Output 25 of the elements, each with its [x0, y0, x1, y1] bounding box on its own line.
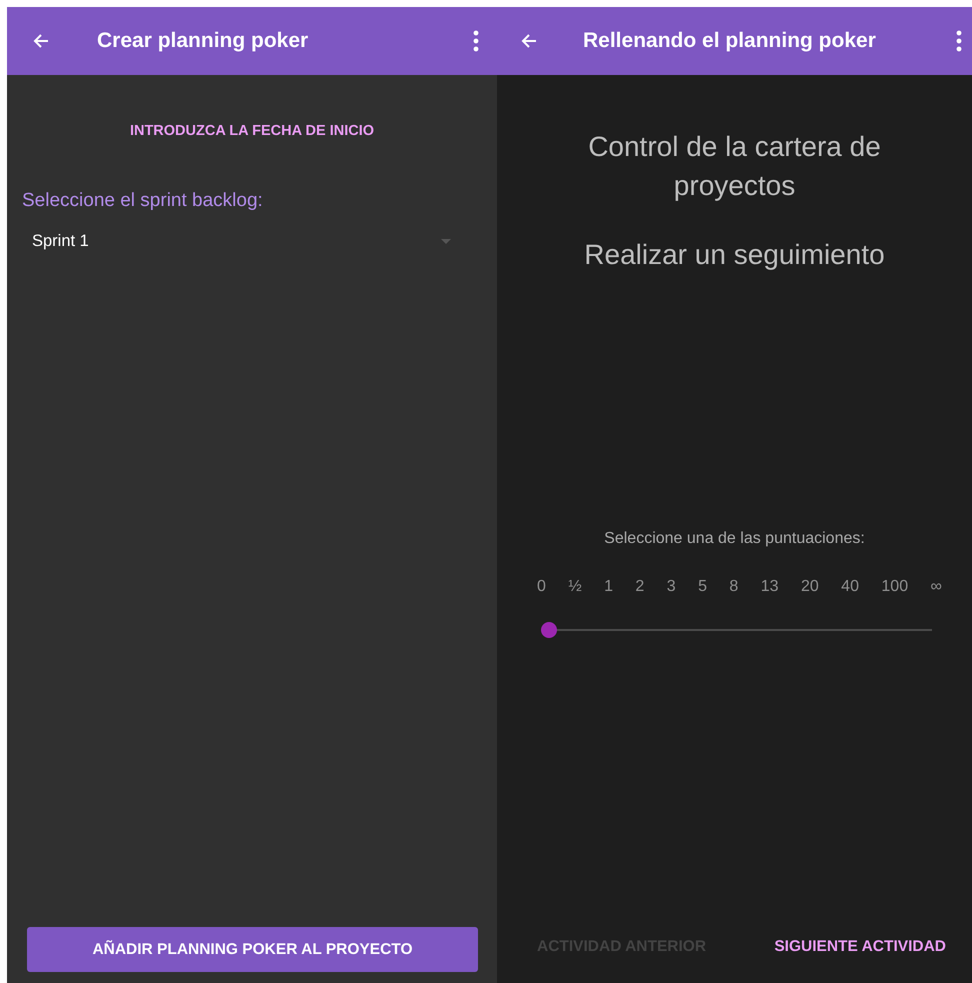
score-tick: 0 — [537, 578, 546, 596]
score-tick: ∞ — [930, 578, 942, 596]
score-tick: 3 — [666, 578, 676, 596]
activity-group-title: Control de la cartera de proyectos — [587, 130, 882, 203]
add-button[interactable]: AÑADIR PLANNING POKER AL PROYECTO — [27, 927, 478, 972]
score-tick: 8 — [729, 578, 738, 596]
next-button[interactable]: SIGUIENTE ACTIVIDAD — [774, 934, 946, 960]
score-tick: 13 — [760, 578, 779, 596]
sprint-dropdown[interactable]: Sprint 1 — [32, 232, 89, 251]
score-label: Seleccione una de las puntuaciones: — [603, 530, 866, 548]
score-tick: 1 — [604, 578, 613, 596]
more-options-icon[interactable] — [956, 30, 962, 52]
score-tick: 5 — [698, 578, 707, 596]
screen-title: Rellenando el planning poker — [583, 29, 877, 53]
score-tick: 2 — [635, 578, 644, 596]
screen-title: Crear planning poker — [97, 29, 310, 53]
more-options-icon[interactable] — [473, 30, 479, 52]
backlog-label: Seleccione el sprint backlog: — [22, 190, 264, 212]
date-button[interactable]: INTRODUZCA LA FECHA DE INICIO — [122, 119, 382, 143]
slider-thumb[interactable] — [541, 622, 557, 638]
score-tick: 100 — [881, 578, 908, 596]
score-tick: ½ — [568, 578, 582, 596]
score-tick: 20 — [800, 578, 819, 596]
score-tick: 40 — [841, 578, 859, 596]
activity-title: Realizar un seguimiento — [583, 239, 886, 271]
